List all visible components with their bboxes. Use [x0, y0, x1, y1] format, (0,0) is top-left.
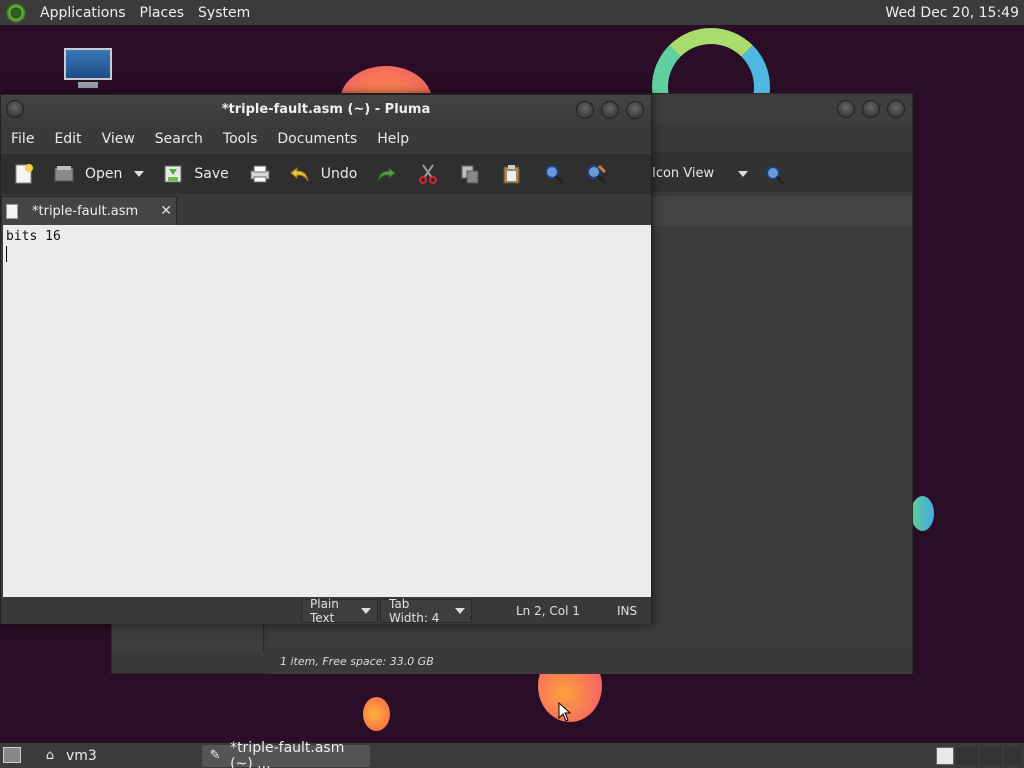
maximize-icon[interactable]: [601, 101, 619, 119]
minimize-icon[interactable]: [576, 101, 594, 119]
scissors-icon: [417, 163, 439, 185]
top-panel: Applications Places System Wed Dec 20, 1…: [0, 0, 1024, 25]
wallpaper-shape: [363, 697, 390, 731]
pluma-titlebar[interactable]: *triple-fault.asm (~) - Pluma: [1, 95, 651, 124]
menu-view[interactable]: View: [92, 131, 145, 147]
taskbar-item-label: vm3: [66, 748, 97, 764]
close-tab-icon[interactable]: ✕: [160, 203, 172, 219]
menu-applications[interactable]: Applications: [34, 5, 134, 21]
tab-label: *triple-fault.asm: [32, 203, 139, 219]
text-editor-icon: ✎: [209, 748, 221, 763]
open-folder-icon: [53, 163, 75, 185]
tab-bar: *triple-fault.asm ✕: [1, 196, 651, 225]
paste-icon: [501, 163, 523, 185]
tab-width-select[interactable]: Tab Width: 4: [380, 597, 472, 625]
menu-bar: File Edit View Search Tools Documents He…: [1, 124, 651, 153]
menu-edit[interactable]: Edit: [44, 131, 91, 147]
show-desktop-icon[interactable]: [3, 747, 21, 763]
toolbar: Open Save Undo: [1, 154, 651, 194]
window-controls: [576, 101, 644, 119]
chevron-down-icon: [455, 608, 465, 614]
chevron-down-icon[interactable]: [738, 171, 748, 177]
cut-button[interactable]: [417, 154, 439, 194]
save-button[interactable]: Save: [162, 154, 229, 194]
close-icon[interactable]: [626, 101, 644, 119]
tab-triple-fault[interactable]: *triple-fault.asm ✕: [1, 196, 177, 225]
print-button[interactable]: [249, 154, 271, 194]
bottom-panel: ⌂ vm3 ✎ *triple-fault.asm (~) ...: [0, 740, 1024, 768]
status-bar: Plain Text Tab Width: 4 Ln 2, Col 1 INS: [1, 597, 651, 625]
text-editor[interactable]: bits 16: [3, 225, 651, 597]
search-icon: [543, 163, 565, 185]
computer-desktop-icon[interactable]: [62, 46, 114, 92]
window-controls: [837, 100, 905, 118]
undo-label: Undo: [320, 166, 358, 182]
menu-places[interactable]: Places: [134, 5, 193, 21]
open-label: Open: [85, 166, 123, 182]
close-icon[interactable]: [887, 100, 905, 118]
language-select[interactable]: Plain Text: [301, 597, 378, 625]
printer-icon: [249, 163, 271, 185]
editor-line: [6, 245, 648, 262]
pluma-window: *triple-fault.asm (~) - Pluma File Edit …: [0, 94, 652, 625]
workspace-3[interactable]: [980, 747, 1002, 765]
menu-file[interactable]: File: [1, 131, 44, 147]
distro-logo-icon[interactable]: [6, 2, 26, 23]
undo-button[interactable]: Undo: [289, 154, 358, 194]
workspace-4[interactable]: [1004, 747, 1022, 765]
file-manager-status: 1 item, Free space: 33.0 GB: [266, 650, 912, 674]
find-replace-icon: [585, 163, 607, 185]
home-folder-icon: ⌂: [45, 748, 55, 763]
panel-clock[interactable]: Wed Dec 20, 15:49: [885, 5, 1024, 21]
save-icon: [162, 163, 184, 185]
minimize-icon[interactable]: [837, 100, 855, 118]
wallpaper-shape: [911, 496, 934, 531]
menu-documents[interactable]: Documents: [267, 131, 367, 147]
taskbar-item-vm3[interactable]: ⌂ vm3: [36, 745, 200, 767]
open-button[interactable]: Open: [53, 154, 122, 194]
chevron-down-icon: [134, 171, 145, 177]
paste-button[interactable]: [501, 154, 523, 194]
text-cursor: [6, 245, 7, 262]
copy-button[interactable]: [459, 154, 481, 194]
undo-icon: [289, 163, 311, 185]
search-icon[interactable]: [764, 164, 786, 190]
menu-help[interactable]: Help: [367, 131, 419, 147]
chevron-down-icon: [361, 608, 371, 614]
save-label: Save: [194, 166, 229, 182]
redo-icon: [375, 163, 397, 185]
workspace-1[interactable]: [936, 747, 954, 765]
cursor-position: Ln 2, Col 1: [516, 604, 580, 618]
menu-search[interactable]: Search: [145, 131, 213, 147]
window-title: *triple-fault.asm (~) - Pluma: [221, 102, 431, 117]
workspace-2[interactable]: [956, 747, 978, 765]
open-recent-dropdown[interactable]: [134, 154, 145, 194]
taskbar-item-pluma[interactable]: ✎ *triple-fault.asm (~) ...: [202, 740, 370, 768]
view-mode-select[interactable]: Icon View: [652, 166, 714, 181]
mouse-pointer-icon: [558, 702, 572, 722]
tab-width-label: Tab Width: 4: [389, 597, 440, 625]
find-replace-button[interactable]: [585, 154, 607, 194]
menu-tools[interactable]: Tools: [213, 131, 268, 147]
new-button[interactable]: [13, 154, 35, 194]
language-label: Plain Text: [310, 597, 339, 625]
window-menu-icon[interactable]: [6, 100, 24, 118]
redo-button[interactable]: [375, 154, 397, 194]
editor-line: bits 16: [6, 229, 61, 244]
menu-system[interactable]: System: [192, 5, 258, 21]
find-button[interactable]: [543, 154, 565, 194]
maximize-icon[interactable]: [862, 100, 880, 118]
insert-mode: INS: [617, 604, 638, 618]
document-icon: [6, 203, 18, 219]
new-document-icon: [13, 163, 35, 185]
copy-icon: [459, 163, 481, 185]
taskbar-item-label: *triple-fault.asm (~) ...: [230, 740, 345, 768]
